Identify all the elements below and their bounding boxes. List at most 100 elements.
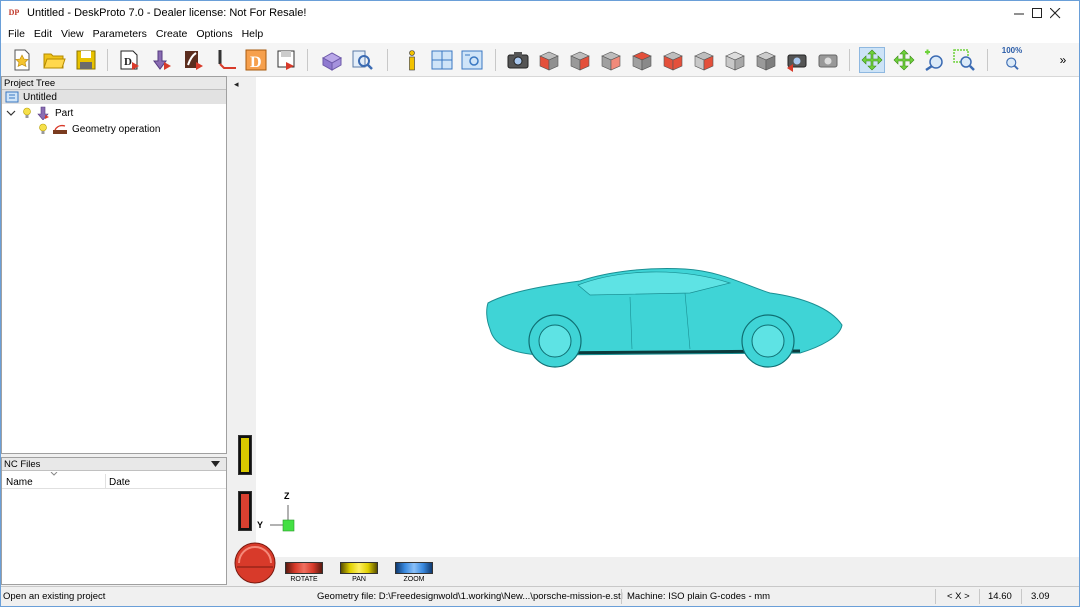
axis-toggle-button[interactable]: < X >: [947, 591, 970, 602]
zoom-label: ZOOM: [403, 576, 425, 583]
view-front-button[interactable]: [567, 47, 593, 73]
new-project-button[interactable]: [9, 47, 35, 73]
store-view-button[interactable]: [815, 47, 841, 73]
snapshot-button[interactable]: [505, 47, 531, 73]
rotate-button[interactable]: [285, 562, 323, 574]
layout-button[interactable]: [429, 47, 455, 73]
tree-item-geometry-operation[interactable]: Geometry operation: [38, 122, 160, 136]
view-box-button[interactable]: [753, 47, 779, 73]
save-project-button[interactable]: [73, 47, 99, 73]
view-zoom-icon: [461, 50, 483, 70]
menu-parameters[interactable]: Parameters: [90, 28, 153, 40]
status-machine: Machine: ISO plain G-codes - mm: [627, 591, 771, 602]
lightbulb-icon[interactable]: [22, 107, 32, 119]
cube-bottom-icon: [725, 51, 745, 71]
menu-view[interactable]: View: [58, 28, 90, 40]
status-coord-1: 14.60: [988, 591, 1012, 602]
view-top-button[interactable]: [691, 47, 717, 73]
zoom-window-icon: [953, 49, 975, 71]
zoom-button[interactable]: [395, 562, 433, 574]
close-button[interactable]: [1037, 1, 1073, 25]
pan-arrows-icon: [893, 49, 915, 71]
cube-iso-icon: [539, 51, 559, 71]
nc-files-panel: NC Files Name Date: [1, 457, 227, 585]
chevron-down-icon[interactable]: [6, 108, 16, 118]
info-button[interactable]: [399, 47, 425, 73]
pan-button[interactable]: [340, 562, 378, 574]
nc-files-column-header: Name Date: [2, 472, 226, 489]
view-settings-button[interactable]: [459, 47, 485, 73]
window-layout-icon: [431, 50, 453, 70]
simulation-block-icon: [321, 52, 343, 71]
menu-help[interactable]: Help: [239, 28, 270, 40]
rotate-dial-icon[interactable]: [233, 541, 277, 585]
menu-bar: File Edit View Parameters Create Options…: [1, 25, 1079, 43]
menu-edit[interactable]: Edit: [31, 28, 58, 40]
menu-create[interactable]: Create: [153, 28, 194, 40]
pan-label: PAN: [352, 576, 366, 583]
open-project-button[interactable]: [41, 47, 67, 73]
magnifier-document-icon: [352, 50, 373, 70]
toolbar-overflow-button[interactable]: »: [1053, 47, 1073, 73]
restore-view-button[interactable]: [784, 47, 810, 73]
save-nc-button[interactable]: [273, 47, 299, 73]
view-iso-button[interactable]: [536, 47, 562, 73]
nc-files-header[interactable]: NC Files: [2, 458, 226, 471]
camera-icon: [507, 52, 529, 69]
rotate-slider[interactable]: [238, 491, 252, 531]
lightbulb-icon[interactable]: [38, 123, 48, 135]
3d-viewport[interactable]: ◂ Z Y ROTATE PAN ZOOM: [230, 77, 1079, 585]
view-bottom-button[interactable]: [722, 47, 748, 73]
status-bar: Open an existing project Geometry file: …: [1, 586, 1079, 606]
rotate-mode-button[interactable]: [859, 47, 885, 73]
axis-y-label: Y: [257, 520, 264, 530]
title-bar: DP Untitled - DeskProto 7.0 - Dealer lic…: [1, 1, 1079, 25]
menu-file[interactable]: File: [5, 28, 31, 40]
toolpath-button[interactable]: [213, 47, 239, 73]
part-icon: [37, 106, 49, 120]
cube-front-icon: [570, 51, 590, 71]
cube-right-icon: [601, 51, 621, 71]
view-right-button[interactable]: [598, 47, 624, 73]
calculate-nc-button[interactable]: D: [243, 47, 269, 73]
camera-undo-icon: [787, 54, 807, 72]
camera-grey-icon: [818, 54, 838, 68]
project-params-button[interactable]: D: [117, 47, 143, 73]
sort-indicator-icon: [50, 472, 58, 476]
collapse-panel-arrow-icon[interactable]: ◂: [234, 79, 239, 90]
operation-icon: [185, 51, 203, 70]
view-back-button[interactable]: [629, 47, 655, 73]
cube-left-icon: [663, 51, 683, 71]
menu-options[interactable]: Options: [193, 28, 238, 40]
part-params-button[interactable]: [149, 47, 175, 73]
rear-wheel-hub: [751, 324, 785, 358]
part-arrow-icon: [153, 50, 171, 70]
zoom-mode-button[interactable]: [921, 47, 947, 73]
column-name[interactable]: Name: [6, 477, 33, 488]
tree-item-part-label: Part: [55, 107, 74, 119]
dropdown-arrow-icon[interactable]: [211, 461, 221, 469]
tree-item-untitled-label: Untitled: [23, 91, 57, 103]
preview-button[interactable]: [349, 47, 375, 73]
viewport-left-strip: ◂: [230, 77, 256, 585]
svg-text:D: D: [250, 54, 262, 71]
zoom-100-button[interactable]: 100%: [999, 47, 1025, 73]
view-left-button[interactable]: [660, 47, 686, 73]
zoom-window-button[interactable]: [951, 47, 977, 73]
front-wheel-hub: [538, 324, 572, 358]
pan-slider[interactable]: [238, 435, 252, 475]
status-coord-2: 3.09: [1031, 591, 1050, 602]
tree-item-untitled[interactable]: Untitled: [2, 90, 226, 104]
column-date[interactable]: Date: [109, 477, 130, 488]
cube-back-icon: [632, 51, 652, 71]
status-geometry-file: Geometry file: D:\Freedesignwold\1.worki…: [317, 591, 623, 602]
operation-params-button[interactable]: [181, 47, 207, 73]
simulation-button[interactable]: [319, 47, 345, 73]
zoom-magnifier-icon: [925, 49, 943, 72]
zoom-100-magnifier-icon: [1006, 57, 1019, 70]
tree-item-part[interactable]: Part: [6, 106, 73, 120]
pan-mode-button[interactable]: [891, 47, 917, 73]
car-model[interactable]: [480, 263, 850, 373]
save-disk-icon: [76, 50, 96, 70]
tree-item-geometry-operation-label: Geometry operation: [72, 123, 161, 135]
